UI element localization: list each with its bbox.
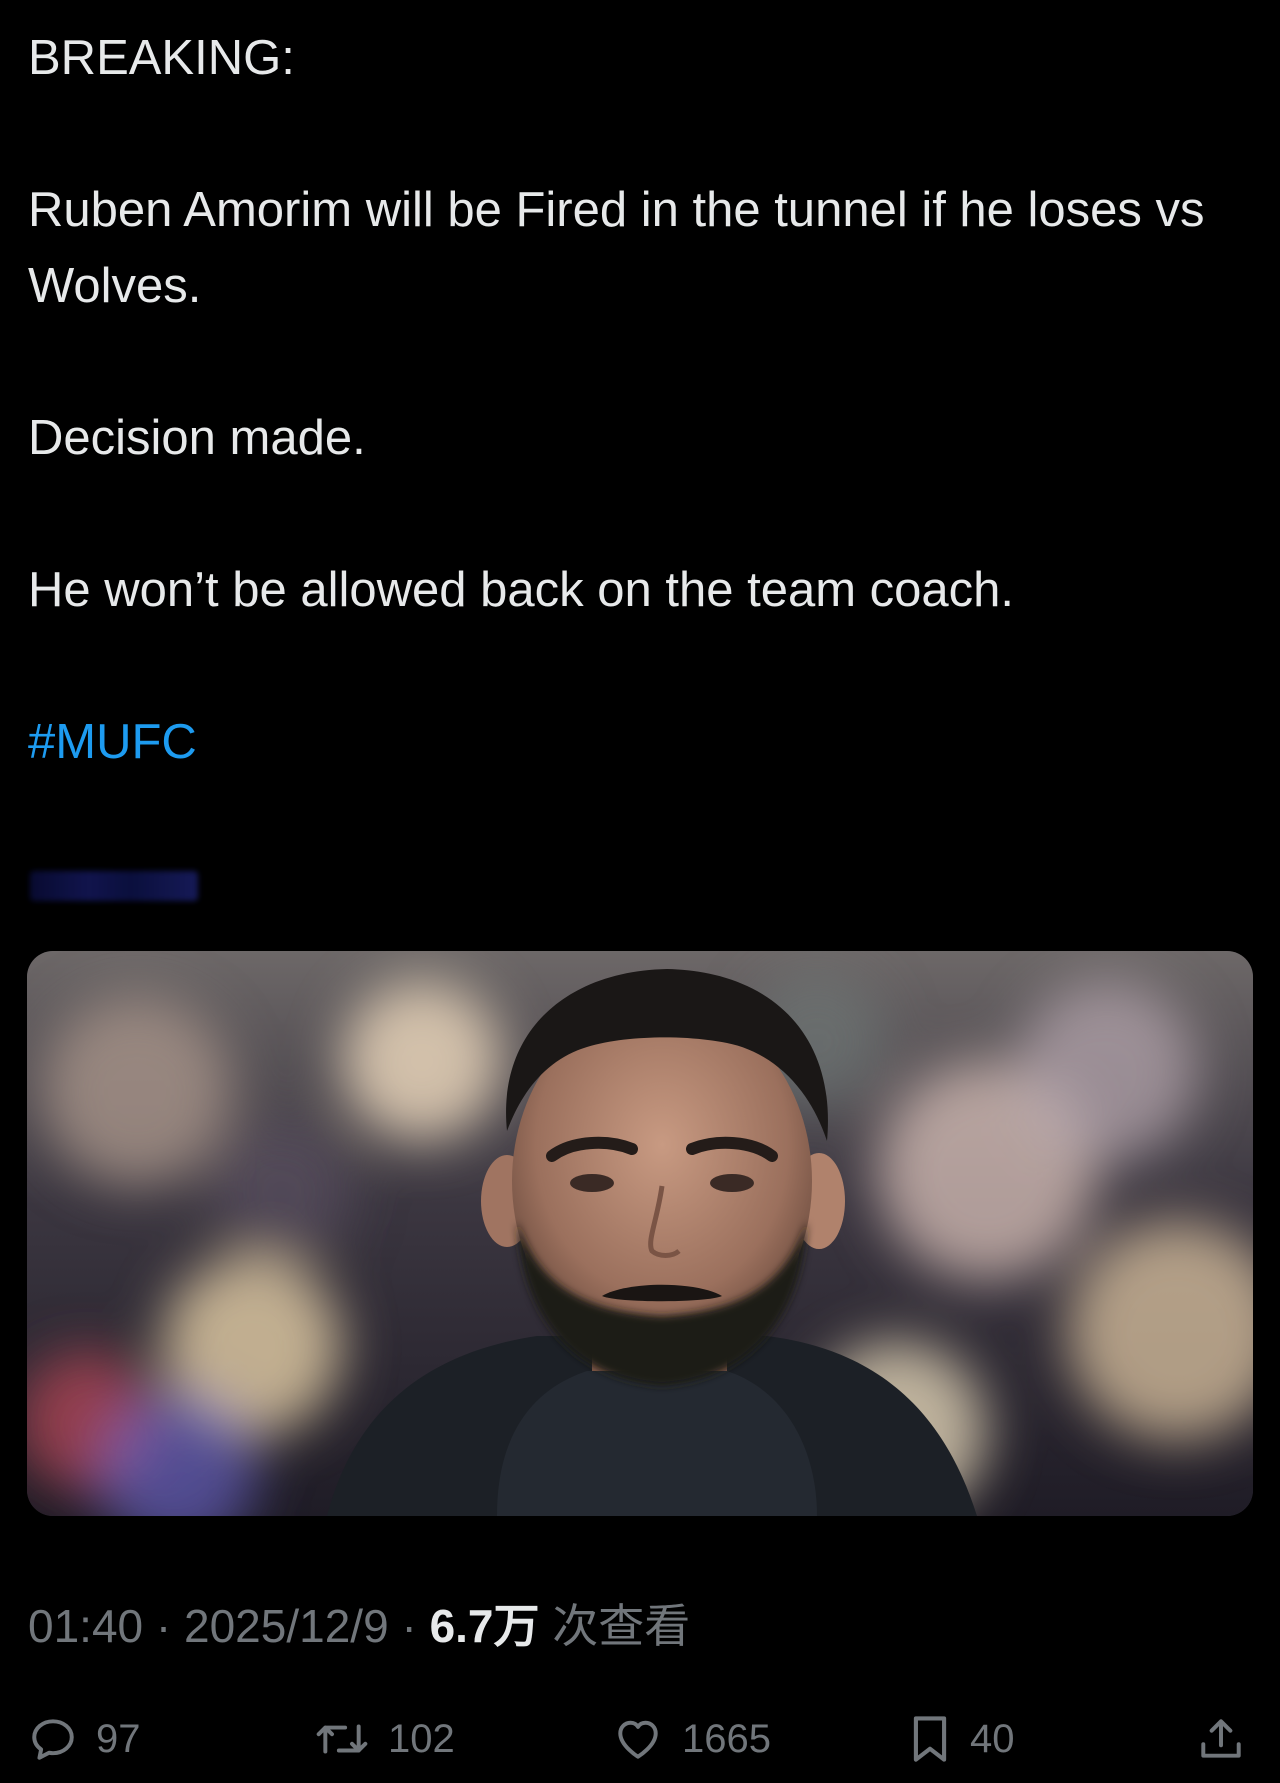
reply-count: 97	[96, 1716, 141, 1761]
views-label: 次查看	[552, 1600, 691, 1652]
tweet-line-coach: He won’t be allowed back on the team coa…	[28, 563, 1015, 617]
reply-icon	[32, 1719, 74, 1760]
bookmark-icon	[913, 1716, 947, 1762]
bookmark-button[interactable]: 40	[908, 1705, 1015, 1773]
tweet-date[interactable]: 2025/12/9	[184, 1600, 389, 1652]
tweet-line-decision: Decision made.	[28, 411, 366, 465]
hashtag-paragraph: #MUFC	[28, 704, 1248, 780]
like-button[interactable]: 1665	[612, 1705, 771, 1773]
redacted-text-bar	[30, 871, 198, 901]
tweet-meta: 01:40 · 2025/12/9 · 6.7万 次查看	[28, 1596, 690, 1656]
blurred-label	[30, 866, 206, 906]
tweet-text: BREAKING: Ruben Amorim will be Fired in …	[28, 20, 1248, 780]
retweet-count: 102	[388, 1716, 455, 1761]
share-icon	[1201, 1719, 1241, 1758]
views-count: 6.7万	[429, 1600, 540, 1652]
like-icon	[618, 1720, 658, 1759]
retweet-icon	[316, 1724, 368, 1754]
meta-separator: ·	[401, 1600, 417, 1652]
photo-of-man	[27, 951, 1253, 1516]
bookmark-count: 40	[970, 1716, 1015, 1761]
hashtag-link[interactable]: #MUFC	[28, 715, 197, 769]
retweet-button[interactable]: 102	[314, 1705, 455, 1773]
tweet-line-main: Ruben Amorim will be Fired in the tunnel…	[28, 183, 1205, 313]
meta-separator: ·	[155, 1600, 172, 1652]
tweet-media-photo[interactable]	[27, 951, 1253, 1516]
like-count: 1665	[682, 1716, 771, 1761]
tweet-line-breaking: BREAKING:	[28, 31, 295, 85]
reply-button[interactable]: 97	[28, 1705, 141, 1773]
share-button[interactable]	[1196, 1705, 1246, 1773]
action-bar: 97 102 1665 40	[0, 1705, 1280, 1773]
tweet-time[interactable]: 01:40	[28, 1600, 143, 1652]
